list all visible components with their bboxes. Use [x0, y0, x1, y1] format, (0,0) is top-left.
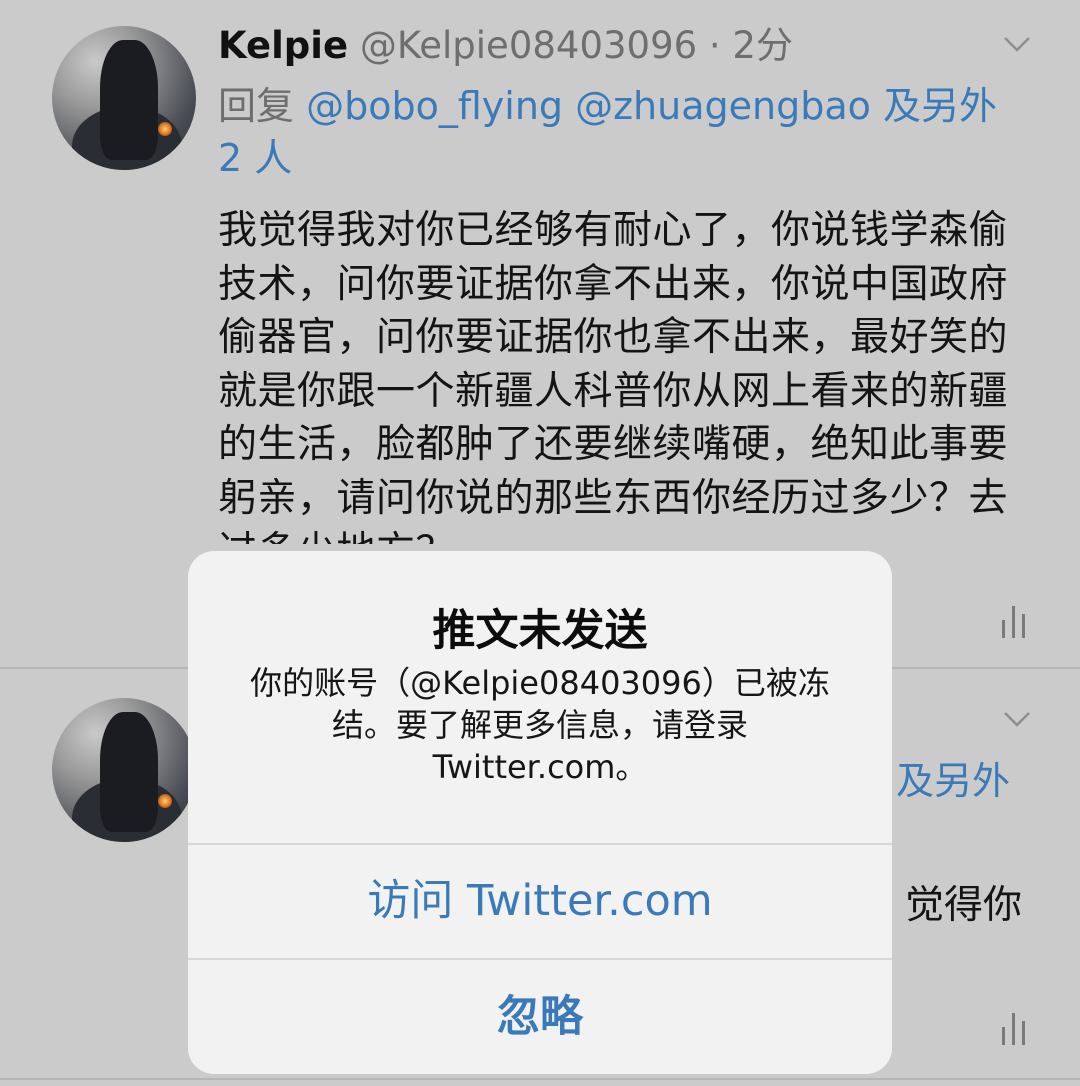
avatar[interactable]	[52, 26, 196, 170]
reply-mentions[interactable]: @bobo_flying @zhuagengbao 及另外 2 人	[218, 84, 997, 180]
handle-and-time: @Kelpie08403096 · 2分	[359, 24, 793, 67]
divider	[0, 1078, 1080, 1080]
tweet-text: 我觉得我对你已经够有耐心了，你说钱学森偷技术，问你要证据你拿不出来，你说中国政府…	[218, 208, 1009, 544]
dialog-message: 你的账号（@Kelpie08403096）已被冻结。要了解更多信息，请登录 Tw…	[250, 664, 830, 786]
tweet-text: 觉得你	[904, 883, 1022, 928]
reply-mentions[interactable]: 及另外	[896, 755, 1010, 807]
tweet-header: Kelpie @Kelpie08403096 · 2分	[218, 24, 793, 68]
visit-twitter-button[interactable]: 访问 Twitter.com	[188, 845, 892, 958]
analytics-icon[interactable]	[1000, 1007, 1028, 1047]
ignore-button[interactable]: 忽略	[188, 960, 892, 1074]
reply-context: 回复 @bobo_flying @zhuagengbao 及另外 2 人	[218, 80, 1028, 184]
chevron-down-icon[interactable]	[1002, 34, 1032, 54]
display-name[interactable]: Kelpie	[218, 24, 348, 67]
dialog-title: 推文未发送	[432, 606, 648, 656]
avatar[interactable]	[52, 698, 196, 842]
chevron-down-icon[interactable]	[1002, 709, 1032, 729]
reply-prefix: 回复	[218, 84, 307, 128]
